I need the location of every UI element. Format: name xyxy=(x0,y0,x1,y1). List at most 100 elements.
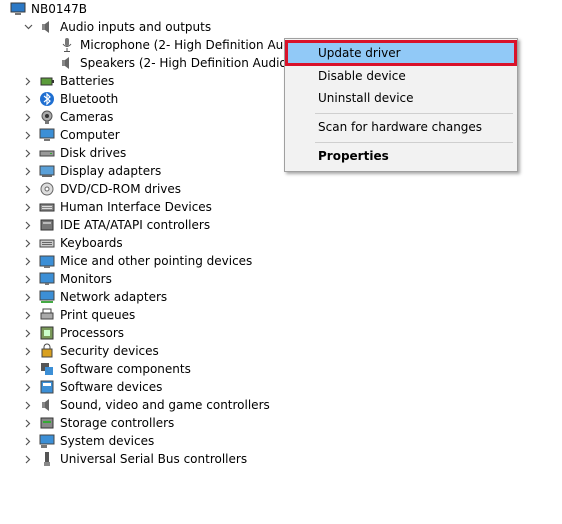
category-processors[interactable]: Processors xyxy=(23,324,124,342)
dvd-drive-icon xyxy=(39,181,55,197)
category-label: Disk drives xyxy=(60,146,127,160)
chevron-right-icon[interactable] xyxy=(23,144,33,162)
category-label: Bluetooth xyxy=(60,92,119,106)
printer-icon xyxy=(39,307,55,323)
security-device-icon xyxy=(39,343,55,359)
category-label: Keyboards xyxy=(60,236,123,250)
chevron-right-icon[interactable] xyxy=(23,252,33,270)
category-monitors[interactable]: Monitors xyxy=(23,270,112,288)
chevron-right-icon[interactable] xyxy=(23,414,33,432)
context-menu: Update driver Disable device Uninstall d… xyxy=(284,38,518,172)
category-label: Batteries xyxy=(60,74,115,88)
category-dvd-cd-rom-drives[interactable]: DVD/CD-ROM drives xyxy=(23,180,181,198)
category-label: System devices xyxy=(60,434,155,448)
chevron-right-icon[interactable] xyxy=(23,108,33,126)
storage-controller-icon xyxy=(39,415,55,431)
chevron-right-icon[interactable] xyxy=(23,432,33,450)
category-label: Print queues xyxy=(60,308,136,322)
menu-item-disable-device[interactable]: Disable device xyxy=(285,65,517,87)
chevron-right-icon[interactable] xyxy=(23,126,33,144)
chevron-right-icon[interactable] xyxy=(23,162,33,180)
category-label: Security devices xyxy=(60,344,159,358)
chevron-right-icon[interactable] xyxy=(23,360,33,378)
menu-item-scan-hardware[interactable]: Scan for hardware changes xyxy=(285,116,517,138)
category-cameras[interactable]: Cameras xyxy=(23,108,113,126)
category-label: Mice and other pointing devices xyxy=(60,254,253,268)
speaker-icon xyxy=(39,19,55,35)
menu-item-update-driver[interactable]: Update driver xyxy=(285,40,517,66)
chevron-right-icon[interactable] xyxy=(23,306,33,324)
chevron-right-icon[interactable] xyxy=(23,396,33,414)
speaker-icon xyxy=(59,55,75,71)
category-storage-controllers[interactable]: Storage controllers xyxy=(23,414,174,432)
category-label: Software components xyxy=(60,362,191,376)
category-label: Software devices xyxy=(60,380,163,394)
usb-icon xyxy=(39,451,55,467)
tree-root-label: NB0147B xyxy=(31,2,87,16)
category-keyboards[interactable]: Keyboards xyxy=(23,234,123,252)
menu-item-uninstall-device[interactable]: Uninstall device xyxy=(285,87,517,109)
category-audio-inputs-outputs[interactable]: Audio inputs and outputs xyxy=(23,18,211,36)
menu-separator xyxy=(315,142,513,143)
software-device-icon xyxy=(39,379,55,395)
chevron-right-icon[interactable] xyxy=(23,450,33,468)
category-display-adapters[interactable]: Display adapters xyxy=(23,162,161,180)
chevron-right-icon[interactable] xyxy=(23,180,33,198)
software-component-icon xyxy=(39,361,55,377)
disk-drive-icon xyxy=(39,145,55,161)
category-system-devices[interactable]: System devices xyxy=(23,432,154,450)
category-label: Display adapters xyxy=(60,164,162,178)
category-print-queues[interactable]: Print queues xyxy=(23,306,135,324)
category-label: Monitors xyxy=(60,272,112,286)
keyboard-icon xyxy=(39,235,55,251)
category-batteries[interactable]: Batteries xyxy=(23,72,114,90)
sound-controller-icon xyxy=(39,397,55,413)
category-universal-serial-bus-controllers[interactable]: Universal Serial Bus controllers xyxy=(23,450,247,468)
chevron-right-icon[interactable] xyxy=(23,90,33,108)
category-disk-drives[interactable]: Disk drives xyxy=(23,144,126,162)
chevron-down-icon[interactable] xyxy=(23,18,33,36)
chevron-right-icon[interactable] xyxy=(23,198,33,216)
chevron-right-icon[interactable] xyxy=(23,234,33,252)
category-label: Storage controllers xyxy=(60,416,175,430)
ide-controller-icon xyxy=(39,217,55,233)
menu-item-properties[interactable]: Properties xyxy=(285,145,517,167)
chevron-right-icon[interactable] xyxy=(23,324,33,342)
system-device-icon xyxy=(39,433,55,449)
battery-icon xyxy=(39,73,55,89)
category-mice-and-other-pointing-devices[interactable]: Mice and other pointing devices xyxy=(23,252,252,270)
category-computer[interactable]: Computer xyxy=(23,126,120,144)
menu-separator xyxy=(315,113,513,114)
bluetooth-icon xyxy=(39,91,55,107)
camera-icon xyxy=(39,109,55,125)
category-label: Audio inputs and outputs xyxy=(60,20,212,34)
chevron-right-icon[interactable] xyxy=(23,342,33,360)
category-security-devices[interactable]: Security devices xyxy=(23,342,159,360)
category-ide-ata-atapi-controllers[interactable]: IDE ATA/ATAPI controllers xyxy=(23,216,210,234)
category-software-components[interactable]: Software components xyxy=(23,360,191,378)
category-label: Sound, video and game controllers xyxy=(60,398,270,412)
network-adapter-icon xyxy=(39,289,55,305)
computer-icon xyxy=(39,127,55,143)
hid-icon xyxy=(39,199,55,215)
category-label: Computer xyxy=(60,128,120,142)
category-label: Network adapters xyxy=(60,290,168,304)
chevron-right-icon[interactable] xyxy=(23,378,33,396)
category-label: Processors xyxy=(60,326,125,340)
category-label: Human Interface Devices xyxy=(60,200,212,214)
category-label: DVD/CD-ROM drives xyxy=(60,182,182,196)
category-bluetooth[interactable]: Bluetooth xyxy=(23,90,118,108)
category-network-adapters[interactable]: Network adapters xyxy=(23,288,167,306)
category-software-devices[interactable]: Software devices xyxy=(23,378,162,396)
category-human-interface-devices[interactable]: Human Interface Devices xyxy=(23,198,212,216)
tree-root[interactable]: NB0147B xyxy=(10,0,87,18)
chevron-right-icon[interactable] xyxy=(23,288,33,306)
category-label: IDE ATA/ATAPI controllers xyxy=(60,218,211,232)
monitor-icon xyxy=(39,271,55,287)
chevron-right-icon[interactable] xyxy=(23,72,33,90)
category-label: Cameras xyxy=(60,110,114,124)
computer-root-icon xyxy=(10,1,26,17)
chevron-right-icon[interactable] xyxy=(23,270,33,288)
chevron-right-icon[interactable] xyxy=(23,216,33,234)
category-sound-video-and-game-controllers[interactable]: Sound, video and game controllers xyxy=(23,396,270,414)
